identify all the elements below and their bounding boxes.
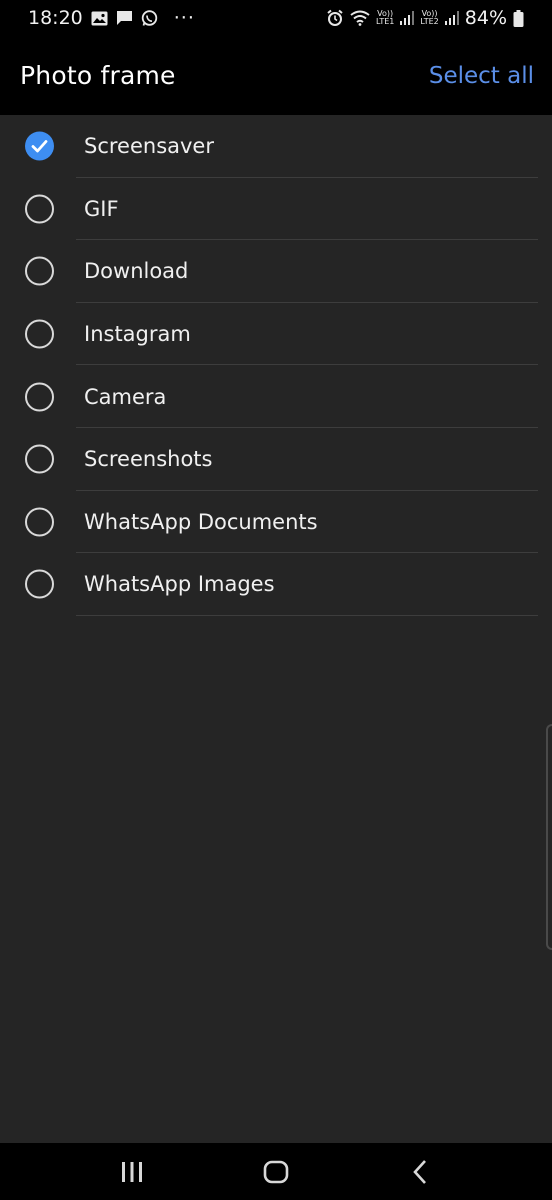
album-label: Camera <box>84 384 167 409</box>
sim2-label: Vo)) LTE2 <box>420 9 439 26</box>
sim1-label: Vo)) LTE1 <box>375 9 395 26</box>
checkbox-unchecked[interactable] <box>25 444 54 474</box>
album-row[interactable]: WhatsApp Documents <box>0 491 552 554</box>
checkbox-unchecked[interactable] <box>25 507 54 537</box>
app-bar: Photo frame Select all <box>0 36 552 115</box>
signal-icon <box>444 11 459 25</box>
album-label: Download <box>84 259 189 284</box>
gallery-icon <box>91 11 108 26</box>
whatsapp-icon <box>141 9 158 27</box>
album-row[interactable]: Screenshots <box>0 428 552 491</box>
status-bar: 18:20 ··· Vo)) LTE1 Vo)) LTE2 84% <box>0 0 552 36</box>
checkbox-unchecked[interactable] <box>25 194 54 224</box>
recents-button[interactable] <box>102 1152 162 1192</box>
navigation-bar <box>0 1143 552 1200</box>
status-left: 18:20 ··· <box>28 7 195 29</box>
album-row[interactable]: GIF <box>0 178 552 241</box>
album-row[interactable]: Instagram <box>0 303 552 366</box>
divider <box>76 614 538 616</box>
recents-icon <box>122 1161 142 1182</box>
alarm-icon <box>326 9 344 27</box>
home-button[interactable] <box>246 1152 306 1192</box>
album-label: Screenshots <box>84 447 213 472</box>
message-icon <box>116 10 133 26</box>
album-label: WhatsApp Images <box>84 572 275 597</box>
page-title: Photo frame <box>20 61 176 90</box>
home-icon <box>263 1160 289 1183</box>
signal-icon <box>400 11 415 25</box>
checkbox-checked[interactable] <box>25 131 54 161</box>
checkbox-unchecked[interactable] <box>25 256 54 286</box>
more-notifications-icon: ··· <box>173 7 195 29</box>
wifi-icon <box>350 10 370 26</box>
checkmark-icon <box>31 140 48 153</box>
album-list: Screensaver GIF Download Instagram Camera Scr… <box>0 115 552 616</box>
album-row[interactable]: WhatsApp Images <box>0 553 552 616</box>
checkbox-unchecked[interactable] <box>25 319 54 349</box>
album-label: GIF <box>84 196 119 221</box>
checkbox-unchecked[interactable] <box>25 569 54 599</box>
battery-percent: 84% <box>464 7 507 29</box>
back-button[interactable] <box>390 1152 450 1192</box>
checkbox-unchecked[interactable] <box>25 382 54 412</box>
album-row[interactable]: Camera <box>0 365 552 428</box>
album-row[interactable]: Screensaver <box>0 115 552 178</box>
status-time: 18:20 <box>28 7 83 29</box>
album-row[interactable]: Download <box>0 240 552 303</box>
scrollbar-handle[interactable] <box>546 724 552 950</box>
album-label: WhatsApp Documents <box>84 509 318 534</box>
status-right: Vo)) LTE1 Vo)) LTE2 84% <box>326 7 524 29</box>
album-label: Screensaver <box>84 134 214 159</box>
album-label: Instagram <box>84 322 191 347</box>
battery-icon <box>513 9 524 27</box>
select-all-button[interactable]: Select all <box>429 63 534 89</box>
back-icon <box>413 1159 426 1184</box>
